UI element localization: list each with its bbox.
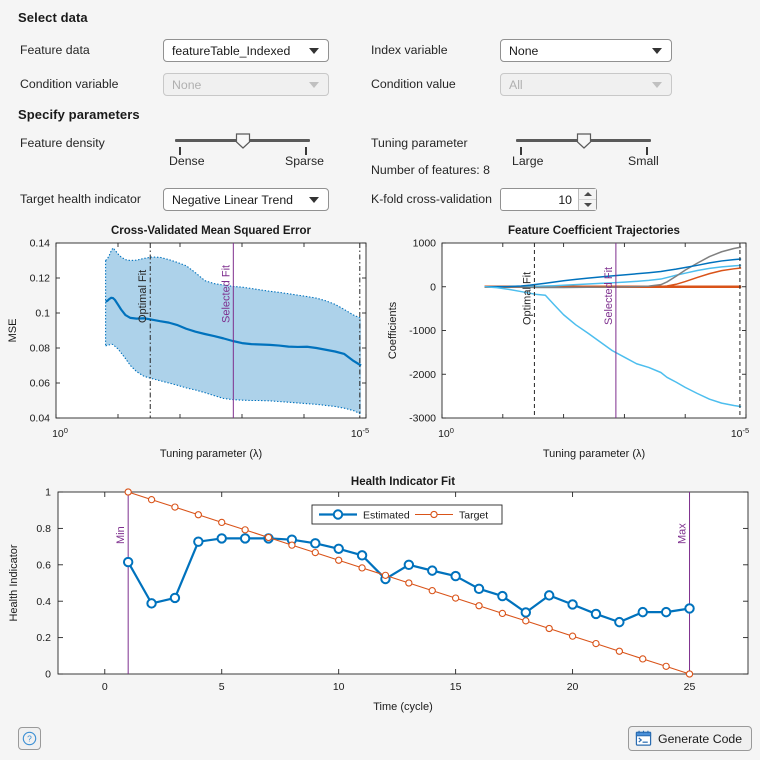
svg-text:10-5: 10-5 [351, 426, 369, 441]
generate-code-label: Generate Code [658, 731, 743, 746]
svg-text:0: 0 [45, 669, 51, 681]
spinner-increment-button[interactable] [579, 189, 596, 200]
condition-value-dropdown[interactable]: All [500, 73, 672, 96]
svg-text:10: 10 [333, 681, 345, 693]
tuning-parameter-slider[interactable]: Large Small [512, 133, 659, 168]
svg-text:25: 25 [684, 681, 696, 693]
svg-text:0.12: 0.12 [30, 273, 51, 285]
svg-text:-2000: -2000 [409, 369, 436, 381]
chevron-down-icon [309, 196, 319, 203]
label-target-health-indicator: Target health indicator [20, 192, 141, 206]
svg-text:Time (cycle): Time (cycle) [373, 701, 432, 713]
feature-data-dropdown[interactable]: featureTable_Indexed [163, 39, 329, 62]
generate-code-button[interactable]: Generate Code [628, 726, 753, 751]
svg-text:0: 0 [430, 281, 436, 293]
condition-variable-value: None [172, 77, 202, 92]
svg-text:MSE: MSE [7, 319, 19, 343]
svg-text:Selected Fit: Selected Fit [603, 267, 615, 325]
svg-text:-3000: -3000 [409, 413, 436, 425]
label-feature-data: Feature data [20, 43, 90, 57]
caret-down-icon [583, 203, 592, 207]
svg-text:0.08: 0.08 [30, 343, 51, 355]
label-condition-variable: Condition variable [20, 77, 119, 91]
coefficients-chart-svg: Feature Coefficient Trajectories -3000 -20… [387, 225, 749, 460]
kfold-input[interactable]: 10 [501, 189, 578, 210]
svg-text:10-5: 10-5 [731, 426, 749, 441]
svg-text:0.04: 0.04 [30, 413, 51, 425]
svg-text:?: ? [27, 734, 32, 744]
label-kfold-cross-validation: K-fold cross-validation [371, 192, 492, 206]
svg-text:Optimal Fit: Optimal Fit [521, 272, 533, 325]
health-indicator-chart-svg: Health Indicator Fit00.20.40.60.810 5 10 15… [8, 476, 749, 713]
svg-text:0.2: 0.2 [36, 632, 51, 644]
section-title-specify-parameters: Specify parameters [18, 107, 140, 122]
slider-thumb[interactable] [576, 133, 592, 149]
chevron-down-icon [652, 47, 662, 54]
slider-label-dense: Dense [169, 154, 205, 168]
svg-text:Estimated: Estimated [363, 510, 410, 522]
svg-text:Tuning parameter (λ): Tuning parameter (λ) [543, 448, 645, 460]
svg-text:Feature Coefficient Trajectori: Feature Coefficient Trajectories [508, 225, 680, 237]
target-health-indicator-value: Negative Linear Trend [172, 192, 293, 207]
chevron-down-icon [652, 81, 662, 88]
svg-text:Tuning parameter (λ): Tuning parameter (λ) [160, 448, 262, 460]
svg-text:Max: Max [677, 523, 689, 544]
svg-text:Health Indicator: Health Indicator [8, 544, 20, 621]
svg-text:15: 15 [450, 681, 462, 693]
spinner-decrement-button[interactable] [579, 200, 596, 210]
svg-text:-1000: -1000 [409, 325, 436, 337]
svg-text:Health Indicator Fit: Health Indicator Fit [351, 476, 455, 488]
spinner-buttons[interactable] [578, 189, 596, 210]
svg-text:5: 5 [219, 681, 225, 693]
chevron-down-icon [309, 47, 319, 54]
svg-text:Target: Target [459, 510, 488, 522]
label-feature-density: Feature density [20, 136, 105, 150]
section-title-select-data: Select data [18, 10, 88, 25]
mse-chart[interactable]: Cross-Validated Mean Squared Error 0.04 0.… [0, 225, 380, 460]
svg-text:0.6: 0.6 [36, 559, 51, 571]
svg-text:0.14: 0.14 [30, 238, 51, 250]
caret-up-icon [583, 192, 592, 196]
svg-text:Cross-Validated Mean Squared E: Cross-Validated Mean Squared Error [111, 225, 312, 237]
svg-text:0.06: 0.06 [30, 378, 51, 390]
kfold-spinner[interactable]: 10 [500, 188, 597, 211]
slider-thumb[interactable] [235, 133, 251, 149]
svg-text:0: 0 [102, 681, 108, 693]
chevron-down-icon [309, 81, 319, 88]
slider-label-sparse: Sparse [285, 154, 324, 168]
app-root: Select data Feature data featureTable_In… [0, 0, 760, 760]
health-indicator-chart[interactable]: Health Indicator Fit 0 0.2 0.4 0.6 0.8 1 0 5 10 15… [0, 470, 760, 715]
svg-text:0.1: 0.1 [35, 308, 50, 320]
label-tuning-parameter: Tuning parameter [371, 136, 468, 150]
svg-text:Coefficients: Coefficients [387, 301, 399, 359]
question-mark-icon: ? [22, 731, 37, 746]
script-code-icon [635, 730, 652, 746]
help-button[interactable]: ? [18, 727, 41, 750]
svg-text:100: 100 [438, 426, 454, 441]
svg-text:0.8: 0.8 [36, 523, 51, 535]
label-condition-value: Condition value [371, 77, 456, 91]
condition-variable-dropdown[interactable]: None [163, 73, 329, 96]
mse-chart-svg: Cross-Validated Mean Squared Error 0.04 0.… [7, 225, 369, 460]
index-variable-value: None [509, 43, 539, 58]
svg-text:1: 1 [45, 487, 51, 499]
target-health-indicator-dropdown[interactable]: Negative Linear Trend [163, 188, 329, 211]
svg-text:0.4: 0.4 [36, 596, 51, 608]
index-variable-dropdown[interactable]: None [500, 39, 672, 62]
feature-data-value: featureTable_Indexed [172, 43, 291, 58]
coefficients-chart[interactable]: Feature Coefficient Trajectories -3000 -20… [380, 225, 760, 460]
slider-label-small: Small [628, 154, 659, 168]
chart-legend: Estimated Target [311, 504, 503, 525]
svg-text:Optimal Fit: Optimal Fit [137, 270, 149, 323]
slider-label-large: Large [512, 154, 544, 168]
condition-value-value: All [509, 77, 523, 92]
svg-text:100: 100 [52, 426, 68, 441]
svg-text:1000: 1000 [413, 238, 437, 250]
feature-density-slider[interactable]: Dense Sparse [169, 133, 324, 168]
svg-text:Min: Min [115, 526, 127, 544]
svg-text:Selected Fit: Selected Fit [220, 265, 232, 323]
label-index-variable: Index variable [371, 43, 448, 57]
label-number-of-features: Number of features: 8 [371, 163, 490, 177]
svg-text:20: 20 [567, 681, 579, 693]
